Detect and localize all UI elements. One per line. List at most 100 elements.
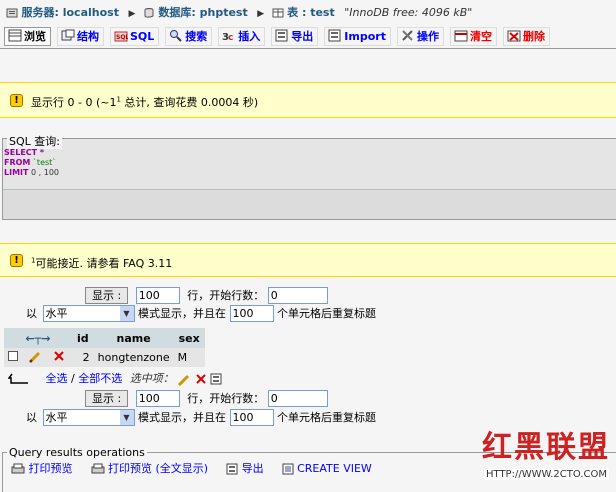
breadcrumb-arrow-icon: ▶ — [128, 9, 136, 19]
export-link[interactable]: 导出 — [226, 462, 264, 475]
nav-mode-row: 以 水平 ▼ 模式显示，并且在 100 个单元格后重复标题 — [26, 305, 376, 322]
watermark-logo: 红黑联盟 — [482, 430, 610, 465]
repeat-headers-input[interactable]: 100 — [229, 305, 274, 322]
results-table: ←┬→ id name sex 2 hongtenzone M — [4, 328, 205, 367]
export-icon[interactable] — [210, 373, 222, 385]
table-icon — [272, 8, 284, 18]
create-view-link[interactable]: CREATE VIEW — [282, 462, 372, 475]
display-mode-select[interactable]: 水平 ▼ — [42, 305, 135, 322]
delete-icon[interactable] — [195, 373, 207, 385]
edit-cell — [24, 348, 50, 367]
tab-structure-label: 结构 — [77, 30, 99, 43]
start-row-input[interactable]: 0 — [267, 390, 328, 407]
info-icon: ! — [10, 94, 23, 107]
results-header-row: ←┬→ id name sex — [4, 328, 205, 348]
server-icon — [6, 8, 18, 18]
column-header-id[interactable]: id — [72, 328, 94, 348]
tab-insert[interactable]: 3 c 插入 — [218, 27, 266, 46]
row-checkbox-cell — [4, 348, 25, 367]
table-row: 2 hongtenzone M — [4, 348, 205, 367]
nav-show-row-bottom: 显示 : 100 行，开始行数： 0 — [85, 390, 328, 407]
show-button[interactable]: 显示 : — [85, 287, 129, 304]
print-preview-full-link[interactable]: 打印预览 (全文显示) — [91, 462, 208, 475]
watermark-url: HTTP://WWW.2CTO.COM — [484, 469, 609, 480]
chevron-down-icon: ▼ — [119, 306, 134, 321]
cell-name: hongtenzone — [93, 348, 174, 367]
breadcrumb-table[interactable]: 表 : test — [287, 6, 335, 19]
breadcrumb-database[interactable]: 数据库: phptest — [158, 6, 247, 19]
edit-icon[interactable] — [177, 373, 191, 386]
repeat-headers-input[interactable]: 100 — [229, 409, 274, 426]
tab-insert-label: 插入 — [238, 30, 261, 43]
export-icon — [226, 463, 238, 475]
tab-structure[interactable]: 结构 — [57, 27, 104, 46]
cell-id: 2 — [72, 348, 94, 367]
watermark: 红黑联盟 HTTP://WWW.2CTO.COM — [478, 420, 616, 480]
tab-drop-label: 删除 — [522, 30, 545, 43]
cell-sex: M — [173, 348, 205, 367]
tab-drop[interactable]: 删除 — [502, 27, 550, 46]
rows-input[interactable]: 100 — [135, 390, 180, 407]
rows-text: 行，开始行数： — [187, 392, 265, 405]
print-icon — [91, 463, 104, 474]
print-preview-link[interactable]: 打印预览 — [11, 462, 73, 475]
view-icon — [282, 463, 294, 475]
breadcrumb: 服务器: localhost ▶ 数据库: phptest ▶ 表 : test… — [6, 4, 472, 20]
check-all-link[interactable]: 全选 — [46, 372, 68, 385]
edit-icon[interactable] — [28, 350, 42, 363]
drop-icon — [507, 29, 521, 42]
empty-icon — [454, 29, 468, 42]
row-checkbox[interactable] — [8, 351, 18, 361]
mode-text: 模式显示，并且在 — [138, 411, 226, 424]
tab-sql-label: SQL — [130, 30, 155, 43]
tab-browse[interactable]: 浏览 — [4, 27, 51, 46]
display-mode-select[interactable]: 水平 ▼ — [42, 409, 135, 426]
repeat-text: 个单元格后重复标题 — [277, 411, 376, 424]
tab-sql[interactable]: SQL SQL — [110, 27, 160, 46]
breadcrumb-server[interactable]: 服务器: localhost — [22, 6, 119, 19]
approx-notice-text: 1可能接近. 请参看 FAQ 3.11 — [31, 256, 173, 270]
repeat-text: 个单元格后重复标题 — [277, 307, 376, 320]
nav-mode-row-bottom: 以 水平 ▼ 模式显示，并且在 100 个单元格后重复标题 — [26, 409, 376, 426]
rows-notice-text: 显示行 0 - 0 (~11 总计, 查询花费 0.0004 秒) — [31, 95, 259, 109]
browse-icon — [8, 29, 22, 42]
column-header-sex[interactable]: sex — [173, 328, 205, 348]
query-results-operations-legend: Query results operations — [7, 446, 147, 459]
tab-operations-label: 操作 — [416, 30, 439, 43]
tab-export[interactable]: 导出 — [271, 27, 319, 46]
query-results-links: 打印预览 打印预览 (全文显示) 导出 CREATE VIEW — [11, 460, 390, 476]
operations-icon — [401, 29, 415, 42]
mode-prefix: 以 — [26, 307, 37, 320]
svg-text:c: c — [228, 33, 233, 42]
insert-icon: 3c — [222, 29, 236, 43]
table-comment: "InnoDB free: 4096 kB" — [344, 6, 473, 19]
info-icon: ! — [10, 254, 23, 267]
link-separator: / — [67, 372, 79, 385]
tab-bar: 浏览 结构 SQL SQL 搜索 3 c 插入 导出 Import 操作 清空 删除 — [4, 27, 556, 49]
with-selected-bar: 全选 / 全部不选 选中项： — [8, 370, 222, 386]
column-header-name[interactable]: name — [93, 328, 174, 348]
tab-empty[interactable]: 清空 — [449, 27, 497, 46]
delete-icon[interactable] — [53, 350, 65, 362]
sql-query-code: SELECT * FROM `test` LIMIT 0 , 100 — [4, 148, 59, 177]
delete-cell — [49, 348, 72, 367]
start-row-input[interactable]: 0 — [267, 287, 328, 304]
mode-prefix: 以 — [26, 411, 37, 424]
tab-search[interactable]: 搜索 — [165, 27, 213, 46]
mode-text: 模式显示，并且在 — [138, 307, 226, 320]
tab-import[interactable]: Import — [324, 27, 391, 46]
tab-export-label: 导出 — [291, 30, 314, 43]
uncheck-all-link[interactable]: 全部不选 — [78, 372, 122, 385]
rows-input[interactable]: 100 — [135, 287, 180, 304]
structure-icon — [61, 29, 75, 42]
sort-arrows-header[interactable]: ←┬→ — [4, 328, 72, 348]
import-icon — [328, 29, 342, 42]
tab-browse-label: 浏览 — [24, 30, 46, 43]
show-button[interactable]: 显示 : — [85, 390, 129, 407]
with-selected-label: 选中项： — [129, 372, 174, 385]
sql-icon: SQL — [114, 29, 129, 42]
tab-operations[interactable]: 操作 — [396, 27, 444, 46]
tab-underline — [0, 48, 616, 49]
search-icon — [169, 29, 183, 42]
rows-text: 行，开始行数： — [187, 289, 265, 302]
